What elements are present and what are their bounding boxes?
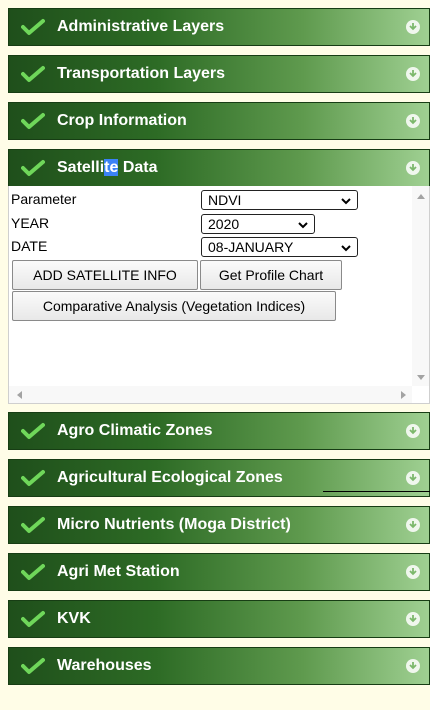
panel-title: Agro Climatic Zones [57,422,213,439]
scroll-left-arrow-icon[interactable] [14,390,24,400]
checkmark-icon [21,562,45,582]
horizontal-scrollbar[interactable] [9,386,412,403]
panel-header-agri-met-station[interactable]: Agri Met Station [8,553,430,591]
checkmark-icon [21,656,45,676]
panel-title: Satellite Data [57,159,404,177]
checkmark-icon [21,158,45,178]
expand-circle-icon[interactable] [404,112,422,130]
expand-circle-icon[interactable] [404,65,422,83]
panel-title: KVK [57,610,91,627]
panel-title-part: Data [118,159,158,176]
panel-title: Agricultural Ecological Zones [57,469,283,486]
panel-title: Crop Information [57,112,187,129]
year-label: YEAR [11,215,50,231]
panel-header-micro-nutrients[interactable]: Micro Nutrients (Moga District) [8,506,430,544]
year-select[interactable]: 2020 [201,214,315,234]
parameter-row: Parameter [11,189,201,209]
expand-circle-icon[interactable] [404,563,422,581]
panel-title: Transportation Layers [57,65,226,82]
date-select[interactable]: 08-JANUARY [201,237,358,257]
panel-header-satellite-data[interactable]: Satellite Data [8,149,430,187]
panel-header-transportation-layers[interactable]: Transportation Layers [8,55,430,93]
checkmark-icon [21,468,45,488]
panel-header-crop-information[interactable]: Crop Information [8,102,430,140]
panel-title: Micro Nutrients (Moga District) [57,516,291,533]
checkmark-icon [21,111,45,131]
checkmark-icon [21,609,45,629]
parameter-select-value: NDVI [208,192,242,208]
expand-circle-icon[interactable] [404,469,422,487]
expand-circle-icon[interactable] [404,422,422,440]
text-selection-highlight: te [104,159,119,176]
panel-header-administrative-layers[interactable]: Administrative Layers [8,8,430,46]
chevron-down-icon [340,194,352,210]
get-profile-chart-button[interactable]: Get Profile Chart [200,260,342,290]
panel-header-agro-climatic-zones[interactable]: Agro Climatic Zones [8,412,430,450]
scroll-down-arrow-icon[interactable] [416,373,426,383]
date-row: DATE [11,236,201,256]
expand-circle-icon[interactable] [404,159,422,177]
date-select-value: 08-JANUARY [208,239,294,255]
panel-header-warehouses[interactable]: Warehouses [8,647,430,685]
panel-header-kvk[interactable]: KVK [8,600,430,638]
scroll-up-arrow-icon[interactable] [416,191,426,201]
expand-circle-icon[interactable] [404,516,422,534]
expand-circle-icon[interactable] [404,610,422,628]
comparative-analysis-button[interactable]: Comparative Analysis (Vegetation Indices… [12,291,336,321]
vertical-scrollbar[interactable] [412,186,429,386]
year-select-value: 2020 [208,216,240,232]
date-label: DATE [11,238,48,254]
checkmark-icon [21,515,45,535]
underline-stroke [323,491,430,492]
checkmark-icon [21,64,45,84]
scroll-right-arrow-icon[interactable] [399,390,409,400]
parameter-label: Parameter [11,191,77,207]
checkmark-icon [21,421,45,441]
parameter-select[interactable]: NDVI [201,190,358,210]
panel-title: Administrative Layers [57,18,225,35]
panel-title: Warehouses [57,657,152,674]
chevron-down-icon [340,241,352,257]
panel-title: Agri Met Station [57,563,180,580]
satellite-data-panel-body: Parameter NDVI YEAR 2020 DATE 08-JANUARY… [8,186,430,404]
panel-title-part: Satelli [57,159,105,176]
chevron-down-icon [297,218,309,234]
year-row: YEAR [11,213,201,233]
add-satellite-info-button[interactable]: ADD SATELLITE INFO [12,260,198,290]
expand-circle-icon[interactable] [404,18,422,36]
expand-circle-icon[interactable] [404,657,422,675]
checkmark-icon [21,17,45,37]
